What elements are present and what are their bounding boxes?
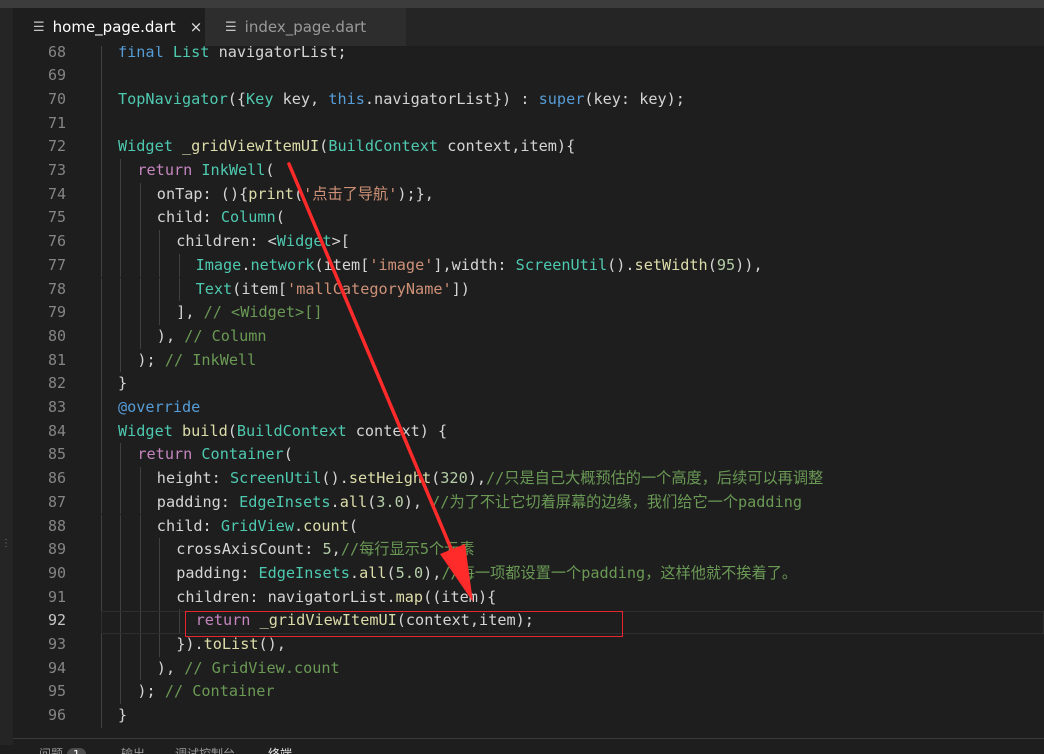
window-top-strip <box>0 0 1044 8</box>
bottom-panel-tabs: 问题1 输出 调试控制台 终端 <box>13 738 1044 754</box>
editor-tab-bar: ☰ home_page.dart × ☰ index_page.dart <box>13 8 1044 46</box>
drag-handle-icon[interactable]: ⋮ <box>1 538 11 550</box>
problem-count-badge: 1 <box>67 748 87 754</box>
file-lines-icon: ☰ <box>225 19 237 35</box>
file-lines-icon: ☰ <box>33 19 45 35</box>
annotation-arrow-shaft <box>287 162 454 553</box>
tab-home-page-dart[interactable]: ☰ home_page.dart × <box>13 8 205 46</box>
close-icon[interactable]: × <box>190 18 203 36</box>
tab-index-page-dart[interactable]: ☰ index_page.dart <box>205 8 406 46</box>
annotation-arrow <box>287 162 473 602</box>
tab-label: home_page.dart <box>52 18 176 36</box>
annotation-arrow-head <box>440 544 473 602</box>
tab-label: index_page.dart <box>244 18 367 36</box>
activity-bar: ⋮ <box>0 8 13 745</box>
code-editor[interactable]: 68 final List navigatorList; 69 70 TopNaviga… <box>13 46 1044 738</box>
